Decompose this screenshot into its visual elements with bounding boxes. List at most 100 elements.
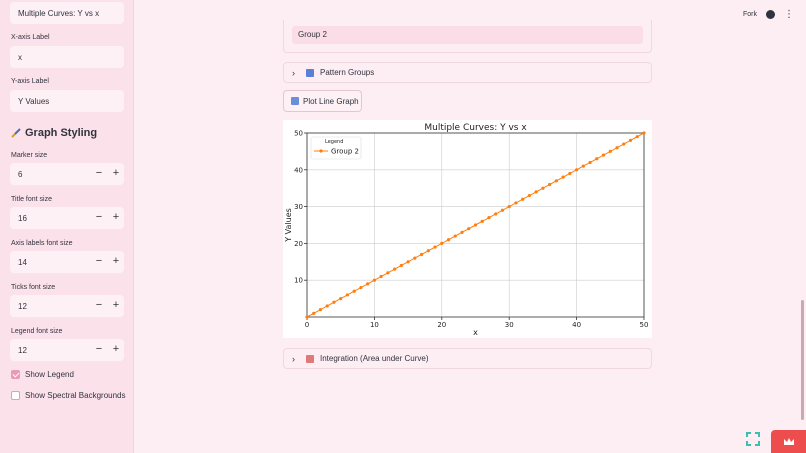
title-input[interactable]: Multiple Curves: Y vs x — [10, 2, 124, 24]
loading-icon — [746, 432, 760, 446]
y-tick-label: 30 — [294, 203, 303, 211]
scrollbar[interactable] — [801, 300, 804, 420]
yaxis-label-title: Y-axis Label — [11, 78, 49, 85]
data-point — [372, 278, 376, 282]
show-spectral-checkbox-row[interactable]: Show Spectral Backgrounds — [11, 391, 126, 400]
y-tick-label: 10 — [294, 277, 303, 285]
data-point — [635, 135, 639, 139]
crown-icon — [783, 438, 794, 445]
sidebar: Multiple Curves: Y vs x X-axis Label x Y… — [0, 0, 134, 453]
chart-icon — [291, 97, 299, 105]
integration-label: Integration (Area under Curve) — [320, 354, 429, 363]
data-point — [588, 160, 592, 165]
data-point — [601, 153, 606, 157]
data-point — [460, 230, 464, 234]
data-point — [527, 193, 532, 198]
streamlit-crown-button[interactable] — [771, 430, 806, 453]
data-point — [473, 223, 478, 227]
data-point — [581, 164, 585, 168]
legend-entry: Group 2 — [331, 148, 359, 156]
x-tick-label: 40 — [572, 321, 581, 329]
ticks-font-minus-button[interactable]: − — [94, 299, 104, 311]
title-font-stepper[interactable]: 16 − + — [10, 207, 124, 229]
data-point — [628, 138, 633, 142]
info-icon — [306, 68, 314, 77]
data-point — [548, 182, 552, 187]
data-point — [575, 168, 579, 172]
marker-size-value[interactable]: 6 — [18, 170, 22, 179]
ticks-font-label: Ticks font size — [11, 284, 56, 291]
title-font-plus-button[interactable]: + — [111, 211, 121, 223]
fork-link[interactable]: Fork — [743, 11, 757, 18]
ruler-icon — [306, 354, 314, 363]
axis-font-value[interactable]: 14 — [18, 258, 27, 267]
title-font-minus-button[interactable]: − — [94, 211, 104, 223]
integration-expander[interactable]: › Integration (Area under Curve) — [283, 348, 652, 369]
data-point — [514, 201, 518, 205]
show-spectral-checkbox[interactable] — [11, 391, 20, 400]
data-point — [622, 142, 626, 146]
marker-size-stepper[interactable]: 6 − + — [10, 163, 124, 185]
data-point — [426, 249, 430, 253]
data-point — [359, 285, 363, 290]
title-font-label: Title font size — [11, 196, 52, 203]
data-point — [521, 197, 525, 201]
ticks-font-stepper[interactable]: 12 − + — [10, 295, 124, 317]
data-point — [608, 149, 612, 153]
marker-size-minus-button[interactable]: − — [94, 167, 104, 179]
data-point — [534, 190, 538, 194]
show-legend-label: Show Legend — [25, 370, 74, 379]
data-point — [332, 300, 336, 304]
data-point — [467, 227, 471, 231]
plot-line-graph-button[interactable]: Plot Line Graph — [283, 90, 362, 112]
data-point — [446, 238, 451, 242]
data-point — [339, 297, 343, 301]
legend-font-stepper[interactable]: 12 − + — [10, 339, 124, 361]
data-point — [507, 205, 511, 209]
y-tick-label: 40 — [294, 166, 303, 174]
title-font-value[interactable]: 16 — [18, 214, 27, 223]
pattern-groups-expander[interactable]: › Pattern Groups — [283, 62, 652, 83]
x-tick-label: 0 — [305, 321, 309, 329]
more-menu-icon[interactable]: ⋮ — [784, 10, 794, 20]
data-point — [500, 208, 505, 212]
data-point — [345, 293, 350, 297]
data-point — [352, 289, 356, 293]
yaxis-label-input[interactable]: Y Values — [10, 90, 124, 112]
github-icon[interactable] — [766, 10, 775, 19]
show-legend-checkbox[interactable] — [11, 370, 20, 379]
legend-font-minus-button[interactable]: − — [94, 343, 104, 355]
show-spectral-label: Show Spectral Backgrounds — [25, 391, 126, 400]
y-axis-label: Y Values — [284, 208, 293, 243]
axis-font-plus-button[interactable]: + — [111, 255, 121, 267]
data-point — [366, 282, 370, 286]
top-toolbar: Fork ⋮ — [743, 10, 794, 20]
chart-svg: 0 10 20 30 40 50 10 20 30 40 50 Multiple Curves: Y … — [284, 123, 648, 337]
graph-styling-heading: Graph Styling — [11, 127, 97, 139]
ticks-font-plus-button[interactable]: + — [111, 299, 121, 311]
axis-font-minus-button[interactable]: − — [94, 255, 104, 267]
chart-title: Multiple Curves: Y vs x — [424, 123, 527, 133]
ticks-font-value[interactable]: 12 — [18, 302, 27, 311]
data-point — [325, 304, 329, 308]
y-tick-label: 50 — [294, 130, 303, 138]
data-point — [433, 245, 437, 249]
legend-font-value[interactable]: 12 — [18, 346, 27, 355]
xaxis-label-input[interactable]: x — [10, 46, 124, 68]
axis-font-label: Axis labels font size — [11, 240, 73, 247]
pattern-groups-label: Pattern Groups — [320, 68, 375, 77]
line-chart: 0 10 20 30 40 50 10 20 30 40 50 Multiple Curves: Y … — [283, 120, 652, 338]
data-point — [393, 267, 397, 271]
graph-styling-label: Graph Styling — [25, 127, 98, 139]
group-pill[interactable]: Group 2 — [292, 26, 643, 44]
show-legend-checkbox-row[interactable]: Show Legend — [11, 370, 74, 379]
data-point — [568, 171, 572, 176]
axis-font-stepper[interactable]: 14 − + — [10, 251, 124, 273]
marker-size-plus-button[interactable]: + — [111, 167, 121, 179]
data-point — [453, 234, 457, 238]
x-axis-label: x — [473, 328, 478, 337]
data-point — [487, 216, 491, 220]
xaxis-label-title: X-axis Label — [11, 34, 50, 41]
legend-font-label: Legend font size — [11, 328, 63, 335]
legend-font-plus-button[interactable]: + — [111, 343, 121, 355]
